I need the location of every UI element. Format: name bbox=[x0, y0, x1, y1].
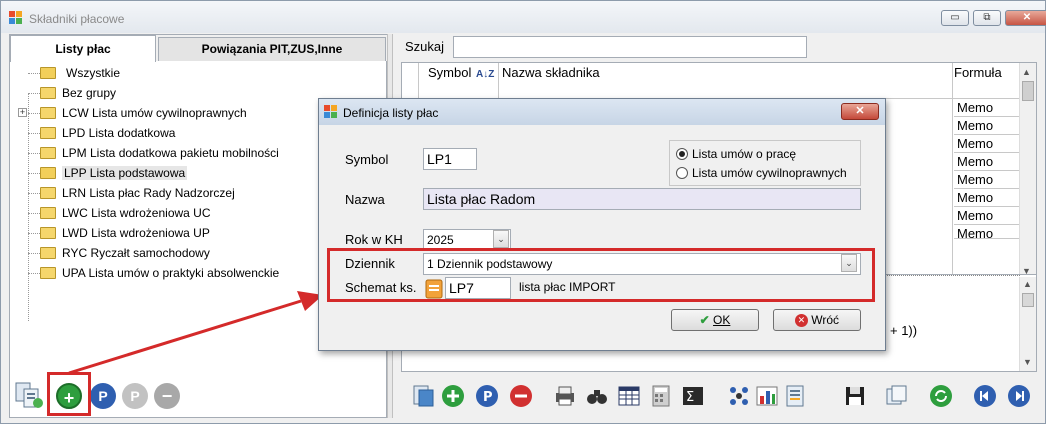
close-button[interactable]: ✕ bbox=[1005, 10, 1046, 26]
folder-open-icon bbox=[40, 67, 56, 79]
window-title: Składniki płacowe bbox=[29, 12, 125, 26]
sigma-icon[interactable]: Σ bbox=[681, 384, 705, 408]
name-input[interactable]: Lista płac Radom bbox=[423, 188, 861, 210]
chevron-down-icon[interactable]: ⌄ bbox=[493, 230, 509, 248]
next-record-icon[interactable] bbox=[1007, 384, 1031, 408]
grid-header: Symbol A↓Z Nazwa składnika Formuła bbox=[402, 63, 1020, 99]
search-label: Szukaj bbox=[405, 39, 445, 54]
maximize-button[interactable]: ⧉ bbox=[973, 10, 1001, 26]
right-toolbar: P Σ bbox=[395, 374, 1039, 416]
year-label: Rok w KH bbox=[345, 232, 403, 247]
svg-text:P: P bbox=[483, 390, 493, 405]
dialog-title-bar: Definicja listy płac ✕ bbox=[319, 99, 885, 125]
copy-list-icon[interactable] bbox=[14, 381, 44, 409]
formula-cell[interactable]: Memo bbox=[954, 99, 1020, 117]
formula-text: + 1)) bbox=[890, 323, 918, 338]
table-icon[interactable] bbox=[617, 384, 641, 408]
expand-icon[interactable]: + bbox=[18, 108, 27, 117]
dialog-close-button[interactable]: ✕ bbox=[841, 103, 879, 120]
refresh-icon[interactable] bbox=[929, 384, 953, 408]
list-type-radio-group: Lista umów o pracę Lista umów cywilnopra… bbox=[669, 140, 861, 186]
scroll-thumb[interactable] bbox=[1022, 81, 1034, 101]
highlight-add-button bbox=[47, 372, 91, 416]
delete-icon: − bbox=[154, 383, 180, 409]
hierarchy-icon[interactable] bbox=[727, 384, 751, 408]
minimize-button[interactable]: ▭ bbox=[941, 10, 969, 26]
tab-bar: Listy płac Powiązania PIT,ZUS,Inne bbox=[10, 35, 388, 62]
ok-button[interactable]: ✔ OK bbox=[671, 309, 759, 331]
import-icon[interactable] bbox=[411, 384, 435, 408]
app-icon bbox=[9, 11, 22, 24]
folder-icon bbox=[40, 247, 56, 259]
cancel-button[interactable]: ✕ Wróć bbox=[773, 309, 861, 331]
scroll-down-icon[interactable]: ▼ bbox=[1023, 357, 1032, 367]
col-name[interactable]: Nazwa składnika bbox=[502, 65, 600, 80]
delete-icon[interactable] bbox=[509, 384, 533, 408]
chart-icon[interactable] bbox=[755, 384, 779, 408]
search-input[interactable] bbox=[453, 36, 807, 58]
highlight-journal-scheme bbox=[327, 248, 875, 302]
scroll-up-icon[interactable]: ▲ bbox=[1023, 279, 1032, 289]
tab-listy-plac[interactable]: Listy płac bbox=[10, 35, 156, 62]
name-label: Nazwa bbox=[345, 192, 385, 207]
first-record-icon[interactable] bbox=[973, 384, 997, 408]
save-icon[interactable] bbox=[843, 384, 867, 408]
tree-item-wszystkie[interactable]: Wszystkie bbox=[16, 63, 376, 83]
list-definition-dialog: Definicja listy płac ✕ Symbol LP1 Lista … bbox=[318, 98, 886, 351]
cancel-icon: ✕ bbox=[794, 314, 808, 328]
add-icon[interactable] bbox=[441, 384, 465, 408]
formula-cell[interactable]: Memo bbox=[954, 135, 1020, 153]
p-disabled-icon: P bbox=[122, 383, 148, 409]
radio-umowy-cywilnoprawne[interactable] bbox=[676, 167, 688, 179]
folder-icon bbox=[40, 187, 56, 199]
formula-cell[interactable]: Memo bbox=[954, 207, 1020, 225]
p-edit-icon[interactable]: P bbox=[90, 383, 116, 409]
main-window: Składniki płacowe ▭ ⧉ ✕ Listy płac Powią… bbox=[0, 0, 1046, 424]
check-icon: ✔ bbox=[699, 313, 710, 327]
folder-icon bbox=[40, 107, 56, 119]
copy-icon[interactable] bbox=[885, 384, 909, 408]
folder-icon bbox=[40, 147, 56, 159]
edit-formula-icon[interactable] bbox=[1022, 293, 1034, 307]
col-symbol[interactable]: Symbol bbox=[428, 65, 471, 80]
formula-cell[interactable]: Memo bbox=[954, 225, 1020, 239]
report-icon[interactable] bbox=[783, 384, 807, 408]
sort-az-icon[interactable]: A↓Z bbox=[476, 69, 494, 80]
tab-powiazania[interactable]: Powiązania PIT,ZUS,Inne bbox=[158, 37, 386, 61]
formula-cell[interactable]: Memo bbox=[954, 117, 1020, 135]
radio-umowy-o-prace[interactable] bbox=[676, 148, 688, 160]
red-arrow bbox=[68, 291, 323, 375]
folder-open-icon bbox=[40, 167, 56, 179]
folder-icon bbox=[40, 87, 56, 99]
svg-text:Σ: Σ bbox=[686, 390, 694, 405]
print-icon[interactable] bbox=[553, 384, 577, 408]
symbol-input[interactable]: LP1 bbox=[423, 148, 477, 170]
formula-scrollbar[interactable]: ▲ ▼ bbox=[1019, 277, 1036, 371]
col-formula[interactable]: Formuła bbox=[954, 65, 1002, 80]
formula-cell[interactable]: Memo bbox=[954, 153, 1020, 171]
formula-cell[interactable]: Memo bbox=[954, 171, 1020, 189]
app-icon bbox=[324, 105, 337, 118]
p-edit-icon[interactable]: P bbox=[475, 384, 499, 408]
folder-icon bbox=[40, 227, 56, 239]
dialog-title: Definicja listy płac bbox=[343, 106, 439, 120]
radio-label: Lista umów o pracę bbox=[692, 147, 797, 161]
title-bar: Składniki płacowe ▭ ⧉ ✕ bbox=[1, 1, 1046, 33]
formula-cell[interactable]: Memo bbox=[954, 189, 1020, 207]
symbol-label: Symbol bbox=[345, 152, 389, 167]
folder-icon bbox=[40, 207, 56, 219]
calculator-icon[interactable] bbox=[649, 384, 673, 408]
scroll-up-icon[interactable]: ▲ bbox=[1022, 67, 1031, 77]
binoculars-icon[interactable] bbox=[585, 384, 609, 408]
folder-icon bbox=[40, 127, 56, 139]
grid-scrollbar[interactable]: ▲ ▼ bbox=[1019, 63, 1036, 281]
radio-label: Lista umów cywilnoprawnych bbox=[692, 166, 847, 180]
folder-icon bbox=[40, 267, 56, 279]
